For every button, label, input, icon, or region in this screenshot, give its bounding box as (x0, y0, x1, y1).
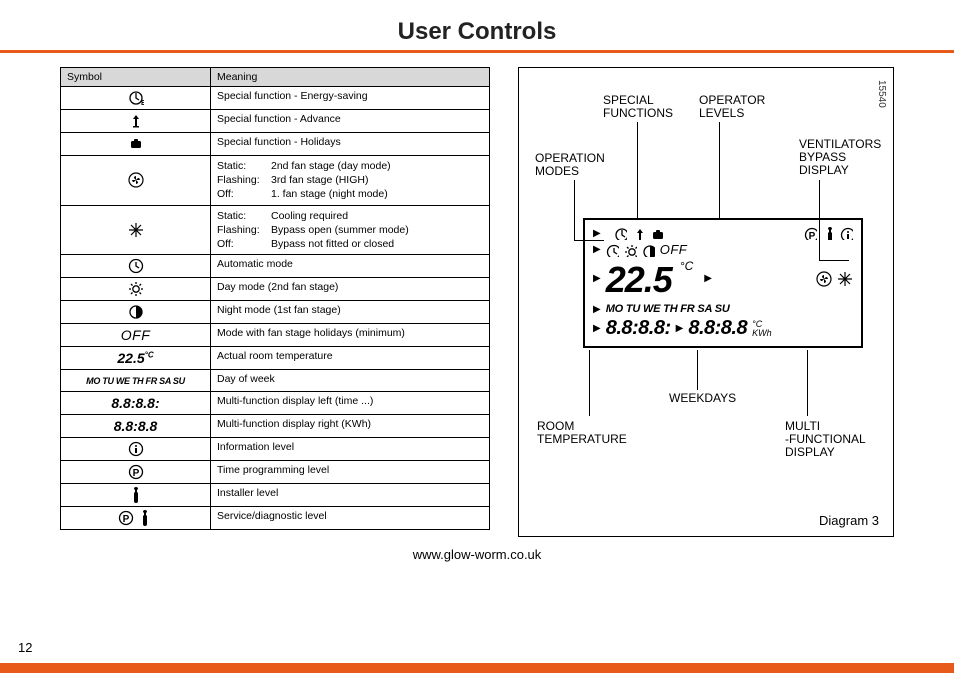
installer-icon (128, 489, 144, 501)
page-title: User Controls (0, 0, 954, 50)
th-meaning: Meaning (211, 68, 490, 87)
diagram-id: 15540 (876, 80, 887, 108)
advance-icon (128, 115, 144, 127)
meaning-cell: Installer level (211, 484, 490, 507)
temp-symbol: 22.5°C (117, 350, 153, 366)
meaning-cell: Time programming level (211, 461, 490, 484)
energy-icon (128, 92, 144, 104)
info-icon (840, 226, 853, 240)
holiday-icon (650, 226, 663, 240)
lcd-temperature: 22.5 (606, 259, 672, 301)
symbol-table: Symbol Meaning Special function - Energy… (60, 67, 490, 530)
page-number: 12 (18, 640, 32, 655)
meaning-cell: Static:Cooling required Flashing:Bypass … (211, 205, 490, 255)
seg-left-symbol: 8.8:8.8: (111, 395, 159, 411)
label-ventilators: VENTILATORSBYPASSDISPLAY (799, 138, 881, 178)
bottom-accent-bar (0, 663, 954, 673)
energy-icon (614, 226, 627, 240)
moon-icon (128, 306, 144, 318)
th-symbol: Symbol (61, 68, 211, 87)
meaning-cell: Static:2nd fan stage (day mode) Flashing… (211, 156, 490, 206)
title-underline (0, 50, 954, 53)
meaning-cell: Day mode (2nd fan stage) (211, 278, 490, 301)
meaning-cell: Special function - Holidays (211, 133, 490, 156)
label-multi-display: MULTI-FUNCTIONALDISPLAY (785, 420, 866, 460)
lcd-off: OFF (660, 242, 688, 257)
page: User Controls Symbol Meaning Special fun… (0, 0, 954, 673)
fan-icon (128, 174, 144, 186)
triangle-icon: ▶ (676, 323, 684, 334)
meaning-cell: Special function - Energy-saving (211, 87, 490, 110)
info-icon (128, 443, 144, 455)
fan-icon (816, 271, 832, 287)
footer-url: www.glow-worm.co.uk (0, 547, 954, 562)
snowflake-icon (837, 271, 853, 287)
clock-icon (606, 243, 619, 257)
triangle-icon: ▶ (704, 273, 712, 284)
lcd-days: MO TU WE TH FR SA SU (606, 303, 730, 315)
lcd-temp-unit: °C (680, 259, 693, 273)
triangle-icon: ▶ (593, 323, 601, 334)
diagram-caption: Diagram 3 (819, 513, 879, 528)
label-special-functions: SPECIALFUNCTIONS (603, 94, 673, 120)
installer-icon (822, 226, 835, 240)
prog-icon (128, 466, 144, 478)
meaning-cell: Mode with fan stage holidays (minimum) (211, 324, 490, 347)
prog-icon (804, 226, 817, 240)
service-icon (118, 512, 153, 524)
meaning-cell: Information level (211, 438, 490, 461)
sun-icon (624, 243, 637, 257)
moon-icon (642, 243, 655, 257)
meaning-cell: Multi-function display right (KWh) (211, 415, 490, 438)
sun-icon (128, 283, 144, 295)
lcd-seg-right: 8.8:8.8 (688, 317, 747, 340)
lcd-seg-unit: °CKWh (752, 320, 772, 338)
label-room-temp: ROOMTEMPERATURE (537, 420, 627, 446)
meaning-cell: Service/diagnostic level (211, 507, 490, 530)
advance-icon (632, 226, 645, 240)
off-text-symbol: OFF (121, 327, 151, 343)
meaning-cell: Multi-function display left (time ...) (211, 392, 490, 415)
lcd-display: ▶ ▶ OFF (583, 218, 863, 348)
triangle-icon: ▶ (593, 273, 601, 284)
diagram-container: 15540 SPECIALFUNCTIONS OPERATORLEVELS OP… (518, 67, 894, 537)
triangle-icon: ▶ (593, 244, 601, 255)
lcd-seg-left: 8.8:8.8: (606, 317, 671, 340)
meaning-cell: Special function - Advance (211, 110, 490, 133)
days-symbol: MO TU WE TH FR SA SU (86, 376, 185, 386)
meaning-cell: Day of week (211, 370, 490, 392)
content-row: Symbol Meaning Special function - Energy… (0, 67, 954, 537)
symbol-table-container: Symbol Meaning Special function - Energy… (60, 67, 490, 537)
triangle-icon: ▶ (593, 228, 601, 239)
seg-right-symbol: 8.8:8.8 (114, 418, 158, 434)
label-operation-modes: OPERATIONMODES (535, 152, 605, 178)
holiday-icon (128, 138, 144, 150)
meaning-cell: Automatic mode (211, 255, 490, 278)
triangle-icon: ▶ (593, 304, 601, 315)
meaning-cell: Actual room temperature (211, 347, 490, 370)
snowflake-icon (128, 224, 144, 236)
diagram-box: 15540 SPECIALFUNCTIONS OPERATORLEVELS OP… (518, 67, 894, 537)
label-weekdays: WEEKDAYS (669, 392, 736, 405)
meaning-cell: Night mode (1st fan stage) (211, 301, 490, 324)
clock-icon (128, 260, 144, 272)
label-operator-levels: OPERATORLEVELS (699, 94, 765, 120)
